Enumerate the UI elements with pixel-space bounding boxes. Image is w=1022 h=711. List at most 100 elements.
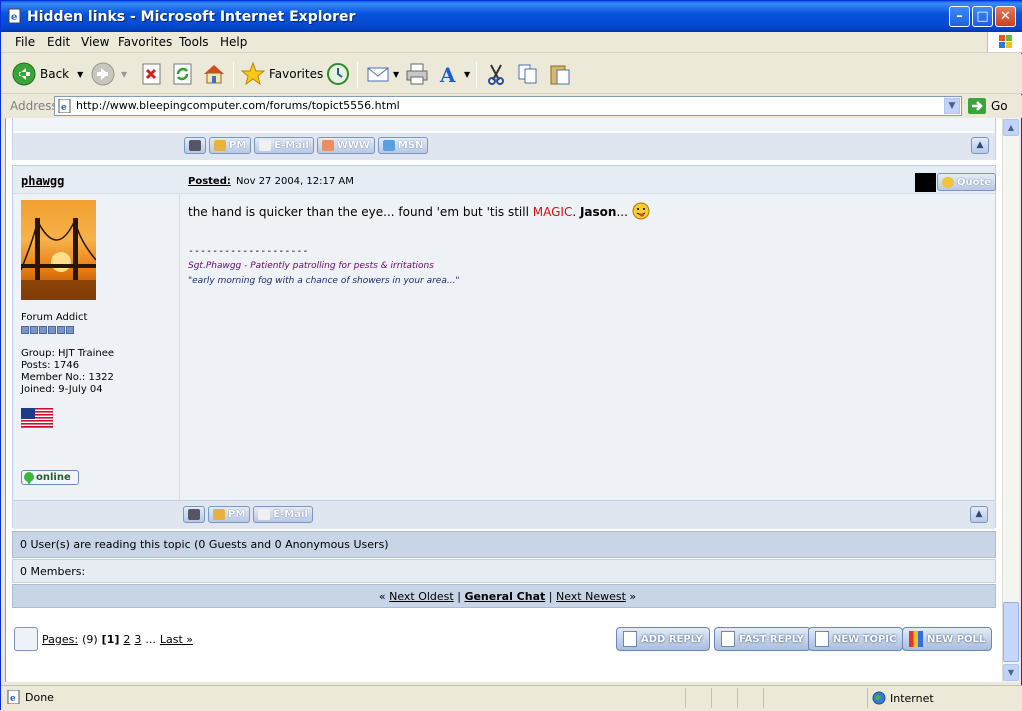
menu-file[interactable]: File bbox=[15, 35, 35, 49]
profile-button[interactable] bbox=[184, 137, 206, 154]
maximize-button[interactable]: □ bbox=[972, 6, 993, 27]
quote-label: Quote bbox=[957, 176, 992, 188]
back-button[interactable]: Back ▼ bbox=[12, 61, 83, 87]
font-size-icon: A bbox=[439, 63, 456, 86]
back-dropdown-icon[interactable]: ▼ bbox=[77, 70, 83, 79]
add-reply-icon bbox=[623, 631, 637, 647]
pm-button[interactable]: PM bbox=[208, 506, 251, 523]
scroll-thumb[interactable] bbox=[1003, 602, 1019, 662]
pages-label[interactable]: Pages: bbox=[42, 633, 78, 646]
stop-button[interactable] bbox=[140, 61, 164, 87]
nav-prefix: « bbox=[378, 589, 386, 603]
font-size-button[interactable]: A ▼ bbox=[438, 61, 470, 87]
svg-text:A: A bbox=[439, 63, 456, 86]
address-dropdown-icon[interactable]: ▼ bbox=[944, 98, 960, 114]
quote-button[interactable]: Quote bbox=[937, 173, 997, 191]
post-body-text: the hand is quicker than the eye... foun… bbox=[188, 205, 533, 219]
page-link-3[interactable]: 3 bbox=[134, 633, 141, 646]
fast-reply-label: FAST REPLY bbox=[739, 633, 804, 645]
msn-label: MSN bbox=[397, 140, 424, 151]
previous-post: PM E-Mail WWW MSN ▲ bbox=[12, 118, 996, 160]
favorites-button[interactable]: Favorites bbox=[241, 61, 323, 87]
page-content: PM E-Mail WWW MSN ▲ phawgg Posted: Nov 2… bbox=[5, 118, 1002, 682]
scroll-top-button[interactable]: ▲ bbox=[970, 506, 988, 523]
font-dropdown-icon[interactable]: ▼ bbox=[464, 70, 470, 79]
posted-label: Posted: bbox=[188, 176, 231, 187]
forward-arrow-icon bbox=[91, 62, 115, 86]
email-button[interactable]: E-Mail bbox=[253, 506, 313, 523]
home-button[interactable] bbox=[202, 61, 226, 87]
mail-dropdown-icon[interactable]: ▼ bbox=[393, 70, 399, 79]
rank-pips bbox=[21, 326, 114, 334]
page-jump-icon[interactable] bbox=[14, 627, 38, 651]
forward-dropdown-icon[interactable]: ▼ bbox=[121, 70, 127, 79]
paste-button[interactable] bbox=[548, 61, 572, 87]
address-input[interactable]: e http://www.bleepingcomputer.com/forums… bbox=[54, 96, 962, 116]
page-link-2[interactable]: 2 bbox=[123, 633, 130, 646]
forum-link[interactable]: General Chat bbox=[464, 590, 545, 603]
title-bar[interactable]: e Hidden links - Microsoft Internet Expl… bbox=[1, 1, 1022, 32]
scroll-up-arrow-icon[interactable]: ▲ bbox=[1003, 119, 1019, 136]
printer-icon bbox=[406, 63, 428, 85]
minimize-button[interactable]: – bbox=[949, 6, 970, 27]
post-author-link[interactable]: phawgg bbox=[21, 174, 64, 188]
user-joined: Joined: 9-July 04 bbox=[21, 384, 103, 395]
profile-button[interactable] bbox=[183, 506, 205, 523]
forward-button[interactable]: ▼ bbox=[91, 61, 127, 87]
pm-icon bbox=[214, 140, 226, 151]
email-button[interactable]: E-Mail bbox=[254, 137, 314, 154]
page-ellipsis: ... bbox=[145, 632, 156, 646]
add-reply-label: ADD REPLY bbox=[641, 633, 703, 645]
next-newest-link[interactable]: Next Newest bbox=[556, 590, 626, 603]
page-done-icon: e bbox=[7, 690, 20, 704]
menu-view[interactable]: View bbox=[81, 35, 109, 49]
post-body-text-3: ... bbox=[616, 205, 632, 219]
scroll-top-button[interactable]: ▲ bbox=[971, 137, 989, 154]
close-button[interactable]: ✕ bbox=[995, 6, 1016, 27]
signature-line-2: "early morning fog with a chance of show… bbox=[188, 276, 460, 286]
online-status-badge: online bbox=[21, 470, 79, 485]
cut-button[interactable] bbox=[484, 61, 508, 87]
refresh-button[interactable] bbox=[171, 61, 195, 87]
scissors-icon bbox=[488, 64, 504, 85]
go-button[interactable]: Go bbox=[967, 96, 1021, 116]
zone-label: Internet bbox=[890, 691, 934, 705]
mail-icon bbox=[367, 67, 389, 82]
window-title: Hidden links - Microsoft Internet Explor… bbox=[27, 9, 356, 25]
favorites-label: Favorites bbox=[269, 67, 324, 81]
msn-button[interactable]: MSN bbox=[377, 137, 429, 154]
www-button[interactable]: WWW bbox=[316, 137, 375, 154]
new-topic-icon bbox=[815, 631, 829, 647]
fast-reply-button[interactable]: FAST REPLY bbox=[714, 627, 811, 651]
menu-tools[interactable]: Tools bbox=[179, 35, 209, 49]
tongue-smiley-icon bbox=[632, 202, 650, 220]
mail-button[interactable]: ▼ bbox=[366, 61, 399, 87]
vertical-scrollbar[interactable]: ▲ ▼ bbox=[1002, 118, 1019, 682]
globe-icon bbox=[872, 691, 886, 705]
history-icon bbox=[327, 63, 349, 85]
menu-edit[interactable]: Edit bbox=[47, 35, 70, 49]
last-page-link[interactable]: Last » bbox=[160, 633, 193, 646]
pm-icon bbox=[213, 509, 225, 520]
address-url: http://www.bleepingcomputer.com/forums/t… bbox=[76, 99, 400, 112]
pm-button[interactable]: PM bbox=[209, 137, 252, 154]
print-button[interactable] bbox=[405, 61, 429, 87]
new-topic-button[interactable]: NEW TOPIC bbox=[808, 627, 904, 651]
previous-post-buttons: PM E-Mail WWW MSN bbox=[184, 137, 429, 154]
poll-chart-icon bbox=[909, 631, 923, 647]
new-poll-button[interactable]: NEW POLL bbox=[902, 627, 993, 651]
home-icon bbox=[204, 65, 224, 84]
next-oldest-link[interactable]: Next Oldest bbox=[389, 590, 454, 603]
ie-window: e Hidden links - Microsoft Internet Expl… bbox=[0, 0, 1022, 711]
menu-favorites[interactable]: Favorites bbox=[118, 35, 172, 49]
add-reply-button[interactable]: ADD REPLY bbox=[616, 627, 710, 651]
menu-help[interactable]: Help bbox=[220, 35, 247, 49]
scroll-down-arrow-icon[interactable]: ▼ bbox=[1003, 664, 1019, 681]
history-button[interactable] bbox=[326, 61, 350, 87]
copy-button[interactable] bbox=[516, 61, 540, 87]
svg-text:e: e bbox=[10, 694, 16, 704]
bridge-sunset-image bbox=[21, 217, 96, 300]
online-label: online bbox=[36, 472, 71, 483]
post-body: the hand is quicker than the eye... foun… bbox=[188, 202, 650, 220]
post-marker bbox=[915, 173, 936, 192]
